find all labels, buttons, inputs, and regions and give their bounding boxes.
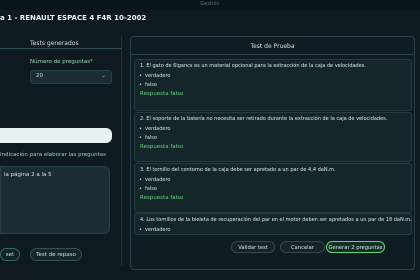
review-test-button[interactable]: Test de repaso [30, 248, 82, 261]
answer-text: Respuesta falso [140, 144, 184, 150]
option-false[interactable]: falso [139, 135, 157, 141]
indication-text: la página 2 a la 5 [4, 172, 52, 178]
answer-text: Respuesta falso [140, 91, 184, 97]
option-true[interactable]: verdadero [139, 177, 170, 183]
window-titlebar: Gestión [0, 0, 420, 10]
test-panel: Test de Prueba 1. El gato de 6igancs es … [130, 36, 415, 270]
option-false[interactable]: falso [139, 82, 157, 88]
page-title: a 1 - RENAULT ESPACE 4 F4R 10-2002 [0, 14, 147, 22]
cancel-button[interactable]: Cancelar [280, 241, 325, 253]
answer-text: Respuesta falso [140, 195, 184, 201]
option-true[interactable]: verdadero [139, 227, 170, 233]
num-questions-label: Número de preguntas* [30, 59, 93, 65]
search-input[interactable] [0, 128, 112, 143]
question-text: 4. Los tornillos de la bieleta de recupe… [140, 217, 412, 223]
indication-textarea[interactable]: la página 2 a la 5 [0, 166, 110, 234]
question-text: 3. El tornillo del contorno de la caja d… [140, 167, 336, 173]
panel-divider [121, 36, 122, 266]
num-questions-value: 20 [36, 73, 43, 79]
test-panel-title: Test de Prueba [250, 43, 295, 50]
set-button[interactable]: set [0, 248, 20, 261]
tab-underline [0, 48, 121, 49]
tab-tests-generados[interactable]: Tests generados [30, 40, 79, 47]
question-text: 2. El soporte de la batería no necesita … [140, 116, 388, 122]
validate-test-button[interactable]: Validar test [231, 241, 275, 253]
question-card: 1. El gato de 6igancs es un material opc… [134, 59, 412, 111]
window-title: Gestión [200, 1, 220, 7]
indication-label: indicación para elaborar las preguntas [0, 152, 106, 158]
option-true[interactable]: verdadero [139, 126, 170, 132]
test-panel-divider [131, 54, 414, 55]
num-questions-select[interactable]: 20 ⌄ [30, 70, 112, 84]
option-true[interactable]: verdadero [139, 73, 170, 79]
question-card: 3. El tornillo del contorno de la caja d… [134, 163, 412, 213]
question-card: 2. El soporte de la batería no necesita … [134, 112, 412, 162]
question-text: 1. El gato de 6igancs es un material opc… [140, 63, 367, 69]
generate-questions-button[interactable]: Generar 2 preguntas [326, 241, 385, 253]
question-card: 4. Los tornillos de la bieleta de recupe… [134, 213, 412, 235]
option-false[interactable]: falso [139, 186, 157, 192]
chevron-down-icon: ⌄ [100, 72, 106, 79]
